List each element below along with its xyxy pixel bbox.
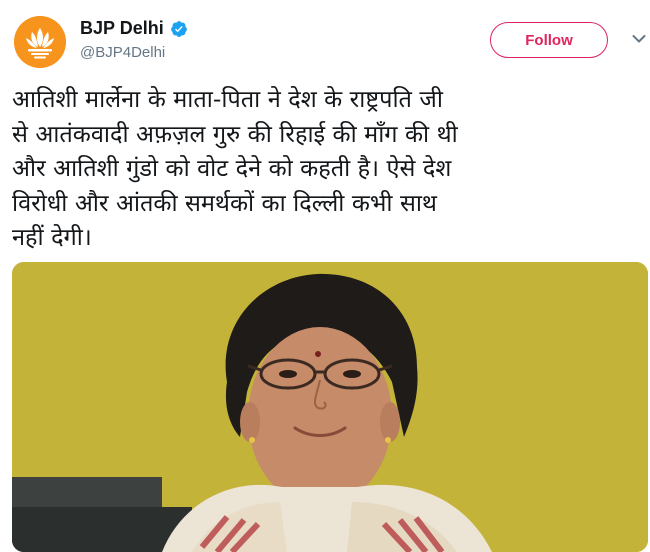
account-handle[interactable]: @BJP4Delhi (80, 44, 165, 61)
follow-button[interactable]: Follow (490, 22, 608, 58)
account-name-row: BJP Delhi (80, 18, 188, 39)
bjp-lotus-logo-icon (14, 16, 66, 68)
tweet-text: आतिशी मार्लेना के माता-पिता ने देश के रा… (12, 82, 642, 255)
verified-badge-icon (170, 20, 187, 37)
portrait-photo (12, 262, 648, 552)
chevron-down-icon[interactable] (632, 34, 646, 44)
tweet-text-line: आतिशी मार्लेना के माता-पिता ने देश के रा… (12, 85, 443, 113)
account-name[interactable]: BJP Delhi (80, 18, 164, 39)
tweet-text-line: से आतंकवादी अफ़ज़ल गुरु की रिहाई की माँग… (12, 119, 458, 148)
avatar[interactable] (14, 16, 66, 68)
tweet-text-line: विरोधी और आंतकी समर्थकों का दिल्ली कभी स… (12, 188, 437, 217)
tweet-text-line: और आतिशी गुंडो को वोट देने को कहती है। ऐ… (12, 154, 452, 182)
tweet-photo[interactable] (12, 262, 648, 552)
tweet-text-line: नहीं देगी। (12, 223, 92, 251)
tweet-header: BJP Delhi @BJP4Delhi Follow (0, 0, 650, 70)
